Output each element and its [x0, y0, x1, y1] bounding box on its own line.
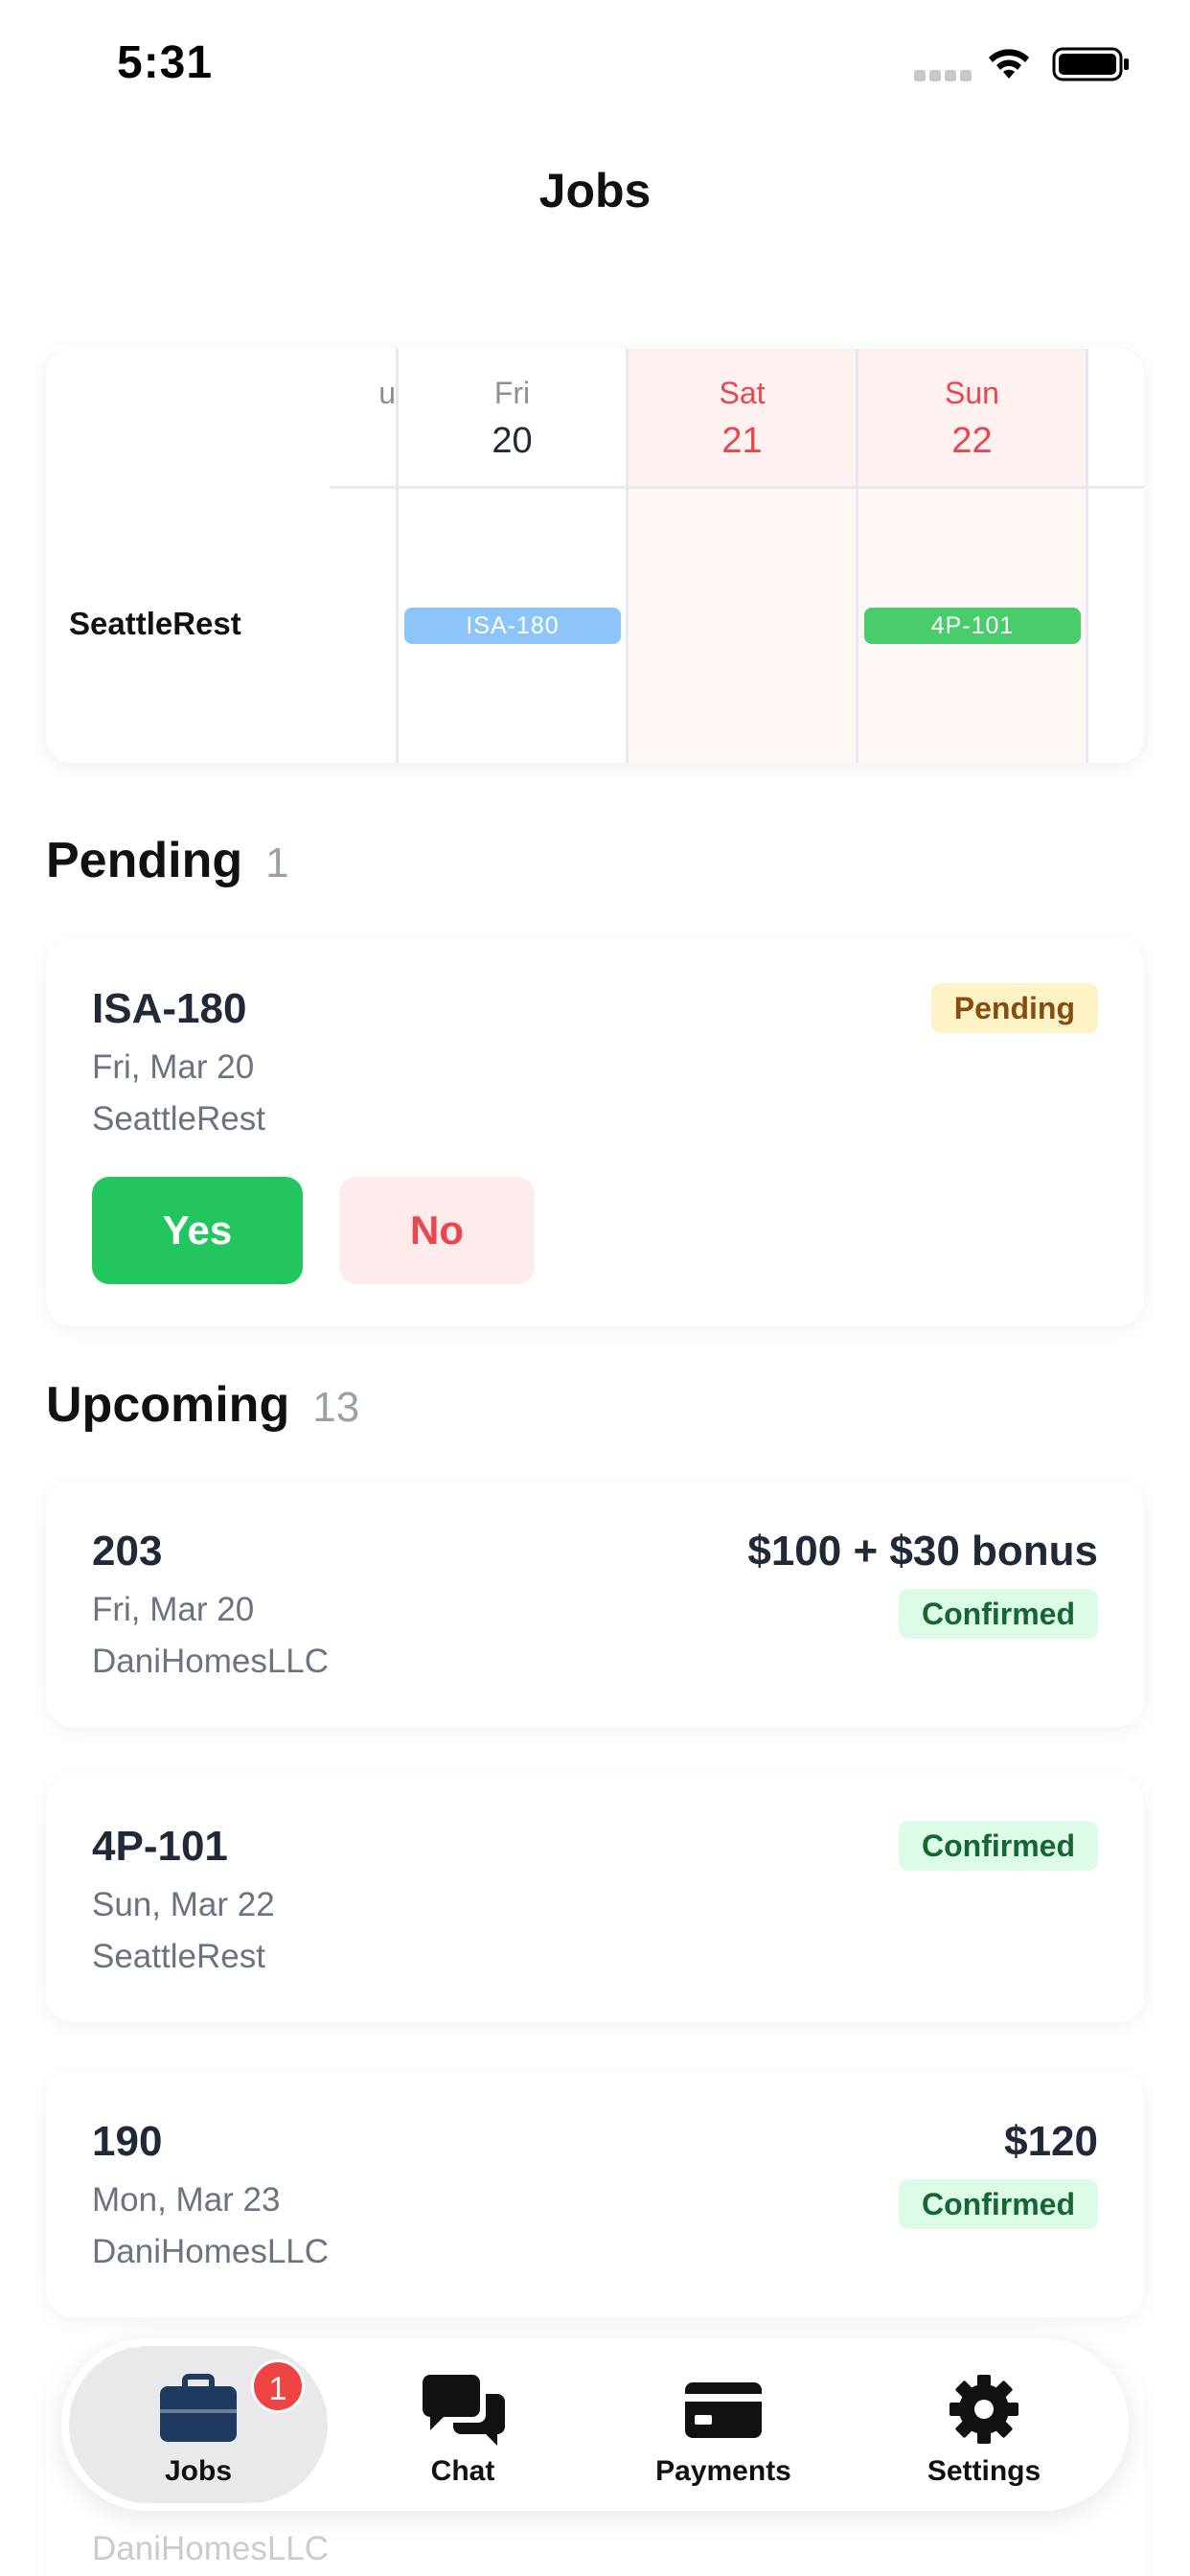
job-id: ISA-180: [92, 985, 247, 1032]
notification-badge: 1: [251, 2359, 305, 2413]
calendar-row-labels: SeattleRest: [46, 349, 330, 763]
tab-payments[interactable]: Payments: [594, 2346, 853, 2503]
calendar-day-header: u: [330, 349, 396, 489]
credit-card-icon: [685, 2382, 762, 2438]
gear-icon: [950, 2375, 1018, 2444]
tab-label: Settings: [927, 2455, 1041, 2487]
accept-button[interactable]: Yes: [92, 1177, 303, 1284]
day-number: 21: [721, 421, 763, 461]
upcoming-job-card[interactable]: 190 Mon, Mar 23 DaniHomesLLC $120 Confir…: [46, 2072, 1144, 2317]
tab-jobs[interactable]: 1 Jobs: [69, 2346, 328, 2503]
status-badge: Pending: [930, 983, 1098, 1033]
job-client: DaniHomesLLC: [92, 2530, 330, 2567]
job-date: Mon, Mar 23: [92, 2181, 281, 2219]
section-count: 13: [312, 1384, 360, 1431]
pending-section-header: Pending 1: [46, 832, 289, 889]
job-date: Sun, Mar 22: [92, 1886, 275, 1923]
calendar-day-column[interactable]: Sun 22 4P-101: [858, 349, 1088, 763]
job-price: $120: [1004, 2118, 1098, 2165]
tab-chat[interactable]: Chat: [333, 2346, 592, 2503]
job-client: DaniHomesLLC: [92, 2233, 330, 2270]
calendar-day-header: Sun 22: [858, 349, 1086, 489]
job-date: Fri, Mar 20: [92, 1048, 255, 1086]
calendar-row-label: SeattleRest: [69, 606, 241, 641]
page-title: Jobs: [538, 164, 652, 218]
status-badge: Confirmed: [899, 1589, 1098, 1639]
status-badge: Confirmed: [899, 1821, 1098, 1871]
calendar-day-header: Fri 20: [399, 349, 626, 489]
job-client: DaniHomesLLC: [92, 1643, 330, 1680]
calendar-job-chip[interactable]: ISA-180: [404, 608, 621, 644]
cellular-signal-icon: [914, 69, 972, 82]
tab-label: Payments: [655, 2455, 791, 2487]
calendar-job-chip[interactable]: 4P-101: [864, 608, 1081, 644]
calendar-day-header: Sat 21: [629, 349, 856, 489]
status-time: 5:31: [117, 37, 214, 88]
battery-icon: [1052, 47, 1129, 81]
calendar-day-column[interactable]: u: [330, 349, 399, 763]
calendar-day-column[interactable]: Fri 20 ISA-180: [399, 349, 629, 763]
section-count: 1: [265, 840, 289, 886]
wifi-icon: [989, 49, 1029, 79]
calendar-scroll-area[interactable]: u Fri 20 ISA-180 Sat 21 Sun 22 4P-101: [330, 349, 1144, 763]
day-name: Sun: [945, 376, 999, 410]
decline-button[interactable]: No: [339, 1177, 535, 1284]
tab-label: Jobs: [164, 2455, 233, 2487]
job-id: 203: [92, 1528, 163, 1575]
calendar-day-header: [1088, 349, 1144, 489]
upcoming-job-card[interactable]: 203 Fri, Mar 20 DaniHomesLLC $100 + $30 …: [46, 1482, 1144, 1727]
day-number: 20: [492, 421, 533, 461]
day-number: 22: [951, 421, 993, 461]
tab-label: Chat: [430, 2455, 495, 2487]
job-id: 4P-101: [92, 1823, 228, 1870]
chat-bubbles-icon: [423, 2375, 505, 2446]
section-title: Upcoming: [46, 1377, 290, 1433]
briefcase-icon: [160, 2374, 237, 2442]
job-client: SeattleRest: [92, 1100, 265, 1138]
day-name: Sat: [719, 376, 766, 410]
day-name: Fri: [493, 376, 531, 410]
upcoming-section-header: Upcoming 13: [46, 1376, 359, 1434]
job-price: $100 + $30 bonus: [747, 1528, 1098, 1575]
section-title: Pending: [46, 833, 243, 888]
day-name: u: [378, 376, 396, 410]
status-bar: 5:31: [0, 0, 1190, 134]
calendar-day-column[interactable]: [1088, 349, 1144, 763]
upcoming-job-card[interactable]: 4P-101 Sun, Mar 22 SeattleRest Confirmed: [46, 1777, 1144, 2022]
pending-job-card[interactable]: ISA-180 Fri, Mar 20 SeattleRest Pending …: [46, 939, 1144, 1326]
bottom-tab-bar: 1 Jobs Chat Payments Settings: [61, 2338, 1129, 2511]
schedule-calendar[interactable]: SeattleRest u Fri 20 ISA-180 Sat 21 Sun …: [46, 349, 1144, 763]
calendar-day-column[interactable]: Sat 21: [629, 349, 858, 763]
job-id: 190: [92, 2118, 163, 2165]
status-badge: Confirmed: [899, 2179, 1098, 2229]
job-date: Fri, Mar 20: [92, 1591, 255, 1628]
job-client: SeattleRest: [92, 1938, 265, 1975]
tab-settings[interactable]: Settings: [855, 2346, 1113, 2503]
